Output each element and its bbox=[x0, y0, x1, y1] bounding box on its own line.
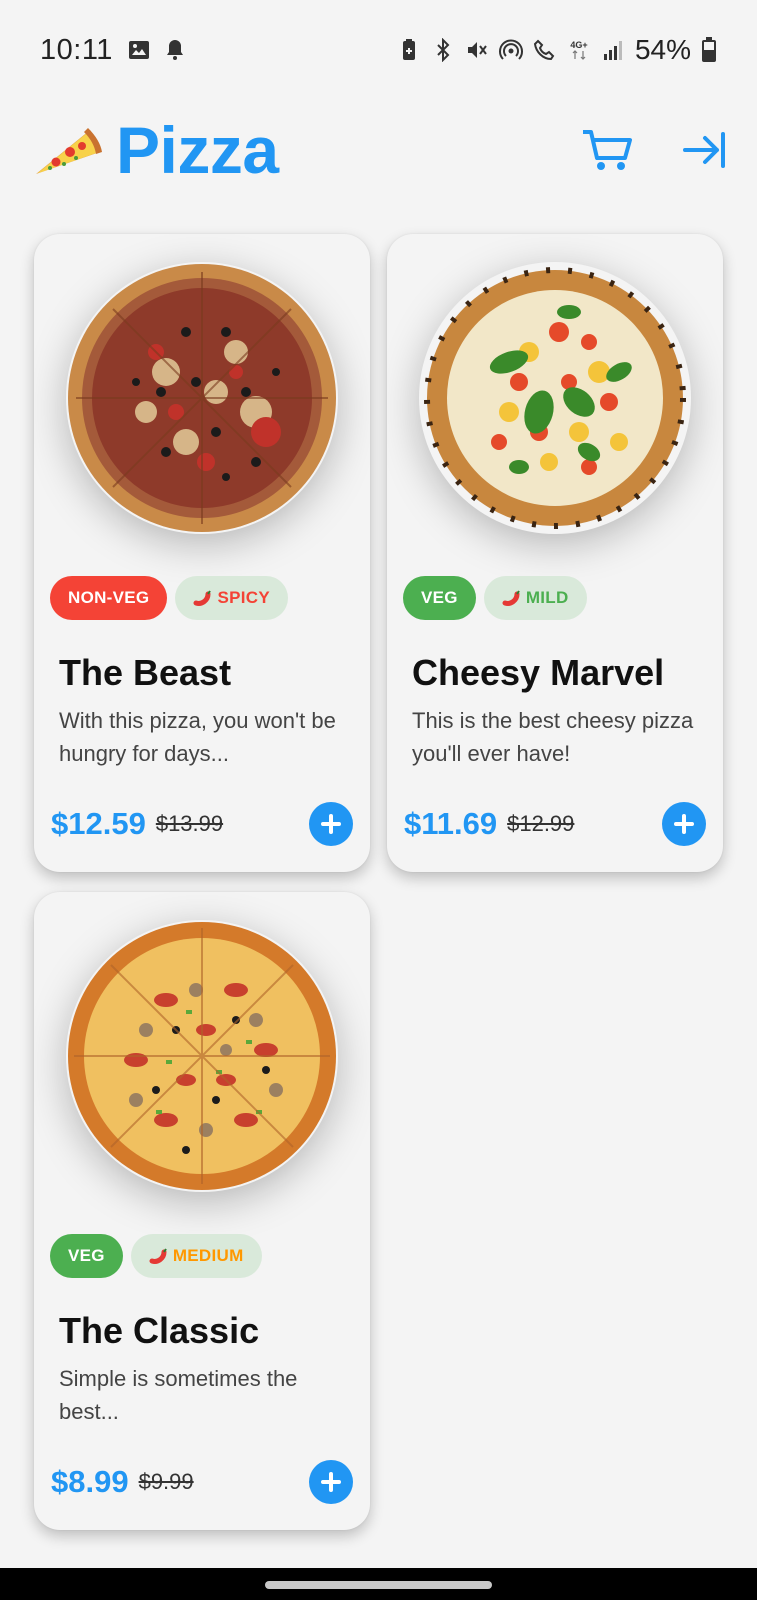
pizza-card[interactable]: NON-VEG SPICY The Beast With this pizza,… bbox=[34, 234, 370, 872]
hotspot-icon bbox=[498, 39, 523, 60]
spice-badge: MEDIUM bbox=[130, 1234, 262, 1278]
pizza-name: Cheesy Marvel bbox=[412, 652, 665, 693]
pizza-image bbox=[419, 262, 691, 534]
add-to-cart-button[interactable] bbox=[309, 1460, 353, 1504]
notification-bell-icon bbox=[166, 40, 183, 60]
spice-label: SPICY bbox=[217, 588, 270, 607]
pizza-description: Simple is sometimes the best... bbox=[59, 1366, 298, 1424]
spice-badge: SPICY bbox=[175, 576, 288, 620]
mute-icon bbox=[467, 42, 487, 58]
pizza-card[interactable]: VEG MILD Cheesy Marvel This is the best … bbox=[387, 234, 723, 872]
pizza-image bbox=[66, 262, 338, 534]
price: $11.69 bbox=[404, 806, 498, 841]
pizza-description: With this pizza, you won't be hungry for… bbox=[59, 708, 336, 766]
chili-icon bbox=[149, 1248, 167, 1264]
pizza-card[interactable]: VEG MEDIUM The Classic Simple is sometim… bbox=[34, 892, 370, 1530]
gallery-icon bbox=[128, 41, 149, 59]
cart-icon[interactable] bbox=[581, 128, 633, 172]
add-to-cart-button[interactable] bbox=[662, 802, 706, 846]
diet-badge: NON-VEG bbox=[50, 576, 168, 620]
pizza-image bbox=[66, 920, 338, 1192]
plus-icon bbox=[674, 814, 694, 834]
plus-icon bbox=[321, 1472, 341, 1492]
logout-icon[interactable] bbox=[683, 131, 725, 169]
price: $12.59 bbox=[51, 806, 146, 841]
bluetooth-icon bbox=[437, 38, 450, 62]
pizza-slice-icon bbox=[36, 128, 102, 174]
home-gesture-handle[interactable] bbox=[265, 1581, 492, 1589]
chili-icon bbox=[193, 590, 212, 606]
spice-label: MILD bbox=[525, 588, 569, 607]
pizza-description: This is the best cheesy pizza you'll eve… bbox=[412, 708, 694, 766]
add-to-cart-button[interactable] bbox=[309, 802, 353, 846]
app-bar: Pizza bbox=[0, 100, 757, 200]
system-nav-bar bbox=[0, 1568, 757, 1600]
diet-badge: VEG bbox=[403, 576, 476, 620]
battery-saver-icon bbox=[402, 39, 415, 60]
app-title: Pizza bbox=[116, 113, 279, 187]
diet-badge: VEG bbox=[50, 1234, 123, 1278]
signal-icon bbox=[603, 41, 622, 60]
old-price: $9.99 bbox=[138, 1469, 194, 1494]
battery-percent: 54% bbox=[634, 34, 691, 65]
spice-label: MEDIUM bbox=[172, 1246, 244, 1265]
plus-icon bbox=[321, 814, 341, 834]
pizza-name: The Beast bbox=[59, 652, 232, 693]
status-bar: 10:11 4G+ 54% bbox=[0, 0, 757, 100]
network-4g-icon: 4G+ bbox=[570, 40, 588, 60]
spice-badge: MILD bbox=[483, 576, 587, 620]
wifi-call-icon bbox=[533, 39, 555, 61]
network-label: 4G+ bbox=[570, 40, 587, 50]
pizza-name: The Classic bbox=[59, 1310, 260, 1351]
battery-icon bbox=[702, 37, 716, 62]
old-price: $12.99 bbox=[507, 811, 575, 836]
old-price: $13.99 bbox=[155, 811, 224, 836]
status-time: 10:11 bbox=[40, 33, 113, 66]
price: $8.99 bbox=[51, 1464, 129, 1499]
chili-icon bbox=[502, 590, 520, 606]
